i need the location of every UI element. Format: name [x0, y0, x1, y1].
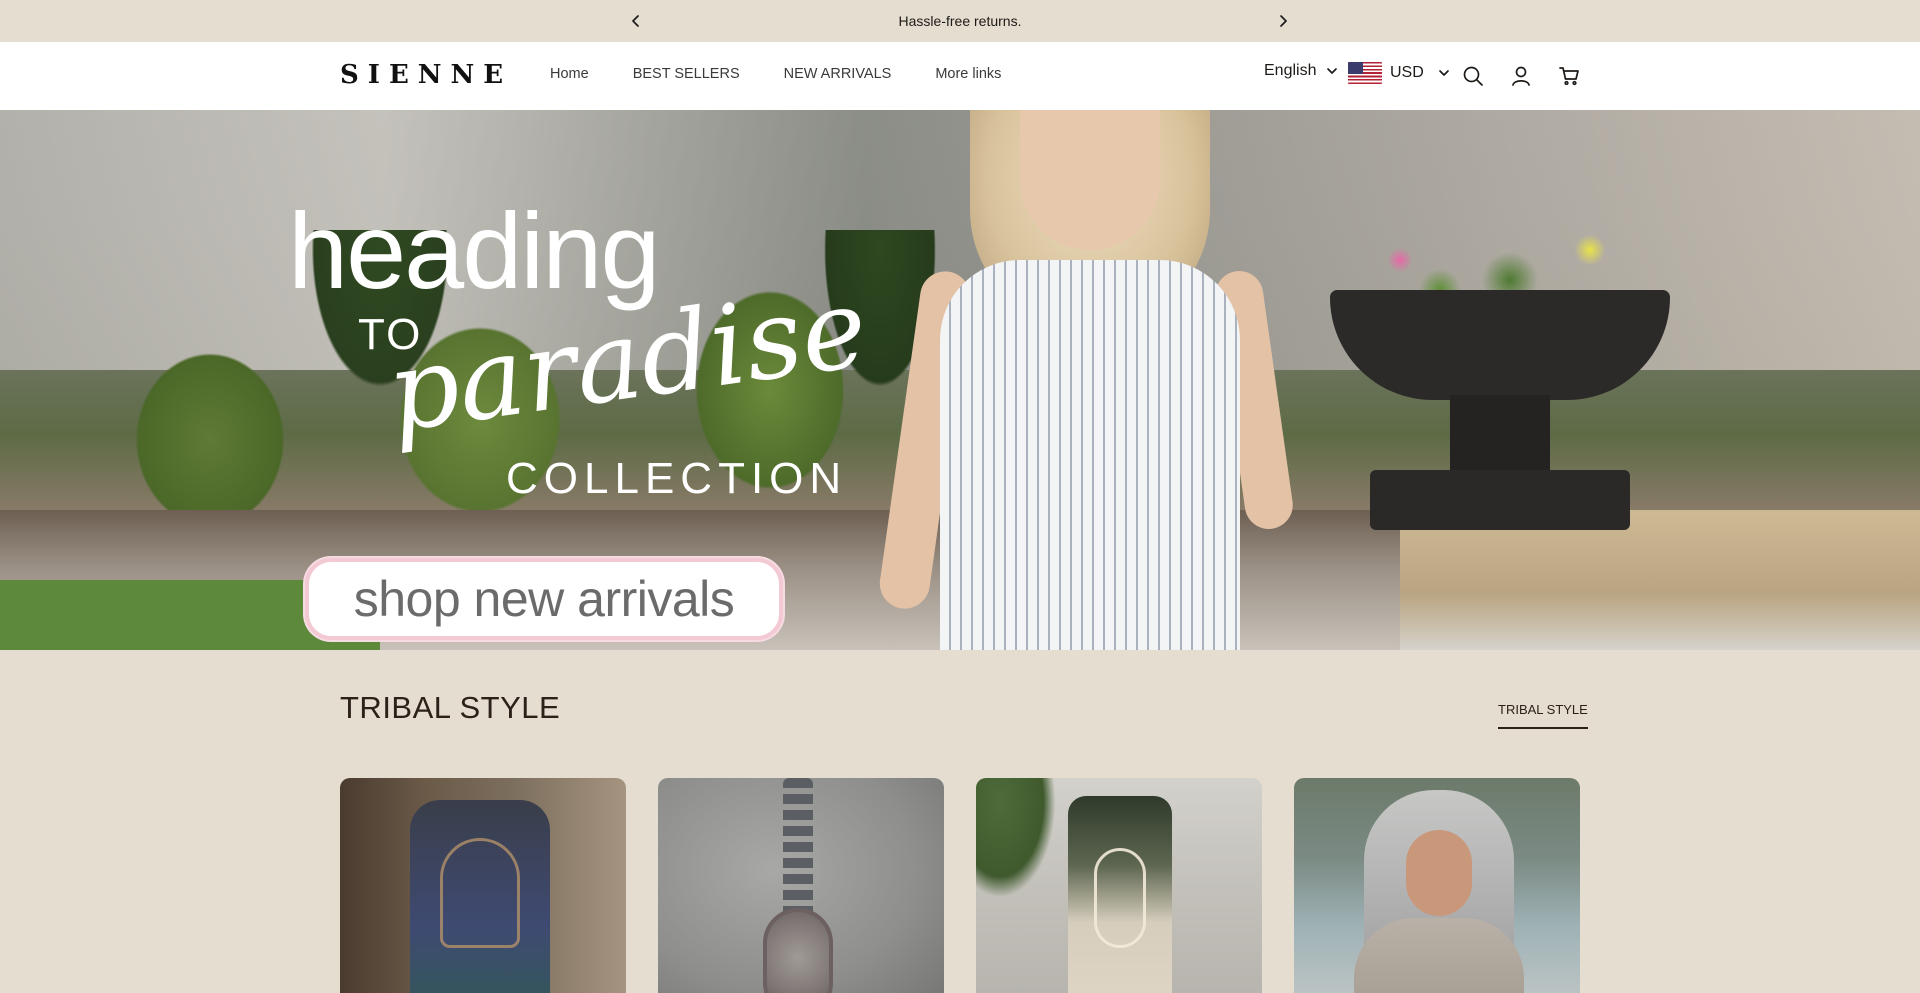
product-vines-shape	[976, 778, 1056, 898]
product-knotwork-shape	[1094, 848, 1146, 948]
hero-headline: heading	[288, 190, 660, 311]
product-card[interactable]	[1294, 778, 1580, 993]
main-nav: Home BEST SELLERS NEW ARRIVALS More link…	[550, 66, 1045, 82]
hero-planter-urn	[1330, 290, 1670, 540]
product-card[interactable]	[340, 778, 626, 993]
search-button[interactable]	[1461, 64, 1485, 88]
us-flag-icon	[1348, 62, 1382, 84]
language-selector[interactable]: English	[1264, 62, 1338, 80]
hero-headline-collection: COLLECTION	[506, 454, 848, 503]
currency-label: USD	[1390, 64, 1424, 81]
collection-title: TRIBAL STYLE	[340, 690, 561, 725]
account-button[interactable]	[1509, 64, 1533, 88]
chevron-down-icon	[1438, 70, 1449, 76]
language-label: English	[1264, 62, 1317, 79]
cart-button[interactable]	[1557, 64, 1581, 88]
nav-item-more-links[interactable]: More links	[935, 66, 1001, 82]
next-announcement-button[interactable]	[1271, 9, 1295, 33]
previous-announcement-button[interactable]	[624, 9, 648, 33]
hero-model-image	[876, 110, 1296, 650]
collection-tab-link[interactable]: TRIBAL STYLE	[1498, 702, 1588, 729]
product-card[interactable]	[976, 778, 1262, 993]
site-header: SIENNE Home BEST SELLERS NEW ARRIVALS Mo…	[0, 42, 1920, 110]
nav-item-new-arrivals[interactable]: NEW ARRIVALS	[784, 66, 892, 82]
announcement-text: Hassle-free returns.	[898, 13, 1022, 29]
user-icon	[1512, 66, 1530, 86]
shop-new-arrivals-label: shop new arrivals	[353, 571, 735, 627]
product-pendant-shape	[763, 908, 833, 993]
search-icon	[1463, 66, 1483, 86]
announcement-bar: Hassle-free returns.	[0, 0, 1920, 42]
currency-selector[interactable]: USD	[1348, 62, 1450, 84]
chevron-left-icon	[632, 15, 639, 27]
nav-item-home[interactable]: Home	[550, 66, 589, 82]
product-model-face-shape	[1406, 830, 1472, 916]
chevron-down-icon	[1327, 68, 1338, 74]
product-top-shape	[1354, 918, 1524, 993]
product-embroidery-shape	[440, 838, 520, 948]
shop-new-arrivals-button[interactable]: shop new arrivals	[305, 558, 783, 640]
nav-item-best-sellers[interactable]: BEST SELLERS	[633, 66, 740, 82]
hero-banner[interactable]: heading TO paradise COLLECTION shop new …	[0, 110, 1920, 650]
product-card[interactable]	[658, 778, 944, 993]
chevron-right-icon	[1280, 15, 1287, 27]
cart-icon	[1559, 67, 1579, 86]
product-chain-shape	[783, 778, 813, 918]
logo[interactable]: SIENNE	[340, 60, 512, 90]
